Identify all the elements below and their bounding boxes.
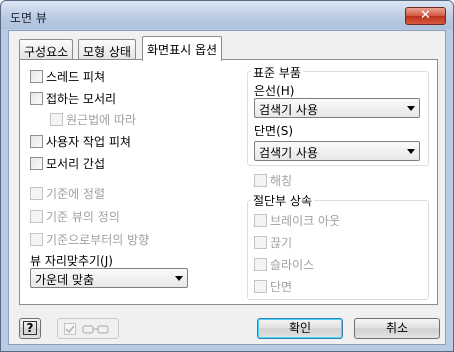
view-justification-value: 가운데 맞춤 — [35, 273, 95, 287]
tangent-edges-option[interactable]: 접하는 모서리 — [30, 90, 117, 106]
help-button[interactable]: ? — [19, 318, 41, 339]
tangent-edges-label: 접하는 모서리 — [46, 92, 117, 106]
break-option: 끊기 — [254, 234, 293, 250]
user-work-features-label: 사용자 작업 피쳐 — [46, 135, 131, 149]
break-out-option: 브레이크 아웃 — [254, 212, 341, 228]
chevron-down-icon — [407, 106, 415, 111]
hidden-line-value: 검색기 사용 — [259, 103, 319, 117]
align-to-base-option: 기준에 정렬 — [30, 185, 106, 201]
tab-display-options[interactable]: 화면표시 옵션 — [142, 36, 223, 61]
user-work-features-checkbox[interactable] — [30, 135, 43, 148]
foreshortened-option: 원근법에 따라 — [50, 111, 137, 127]
view-justification-label: 뷰 자리맞추기(J) — [30, 254, 113, 268]
break-out-label: 브레이크 아웃 — [270, 214, 341, 228]
hatching-checkbox — [254, 174, 267, 187]
chevron-down-icon — [407, 149, 415, 154]
define-base-view-option: 기준 뷰의 정의 — [30, 208, 120, 224]
slice-option: 슬라이스 — [254, 256, 315, 272]
cut-section-label: 단면 — [270, 280, 293, 294]
tab-label: 구성요소 — [24, 45, 69, 59]
direction-from-base-label: 기준으로부터의 방향 — [46, 233, 150, 247]
cancel-button[interactable]: 취소 — [354, 318, 440, 339]
thread-feature-label: 스레드 피쳐 — [46, 70, 106, 84]
cut-section-option: 단면 — [254, 278, 293, 294]
define-base-view-label: 기준 뷰의 정의 — [46, 210, 120, 224]
thread-feature-checkbox[interactable] — [30, 70, 43, 83]
user-work-features-option[interactable]: 사용자 작업 피쳐 — [30, 133, 131, 149]
break-label: 끊기 — [270, 236, 293, 250]
hatching-label: 해칭 — [270, 174, 293, 188]
cut-section-checkbox — [254, 280, 267, 293]
window-title: 도면 뷰 — [10, 11, 47, 25]
glasses-icon — [82, 325, 109, 334]
tab-label: 모형 상태 — [83, 45, 131, 59]
tab-components[interactable]: 구성요소 — [19, 39, 74, 59]
hatching-option: 해칭 — [254, 172, 293, 188]
cut-inheritance-label: 절단부 상속 — [251, 192, 315, 209]
define-base-view-checkbox — [30, 210, 43, 223]
checkmark-icon — [64, 323, 76, 335]
display-options-panel: 스레드 피쳐 접하는 모서리 원근법에 따라 사용자 작업 피쳐 모서리 간섭 … — [19, 59, 438, 305]
slice-label: 슬라이스 — [270, 258, 315, 272]
align-to-base-label: 기준에 정렬 — [46, 187, 106, 201]
section-label: 단면(S) — [254, 124, 294, 138]
foreshortened-checkbox — [50, 113, 63, 126]
interference-edges-checkbox[interactable] — [30, 157, 43, 170]
title-bar: 도면 뷰 ✕ — [1, 1, 453, 29]
section-value: 검색기 사용 — [259, 146, 319, 160]
hidden-line-label: 은선(H) — [254, 84, 295, 98]
standard-parts-label: 표준 부품 — [251, 64, 303, 81]
break-checkbox — [254, 236, 267, 249]
chevron-down-icon — [175, 276, 183, 281]
align-to-base-checkbox — [30, 187, 43, 200]
direction-from-base-option: 기준으로부터의 방향 — [30, 231, 150, 247]
close-button[interactable]: ✕ — [405, 7, 446, 25]
dialog-client: 구성요소 모형 상태 화면표시 옵션 스레드 피쳐 접하는 모서리 원근법에 따… — [8, 30, 446, 345]
interference-edges-label: 모서리 간섭 — [46, 157, 106, 171]
foreshortened-label: 원근법에 따라 — [66, 113, 137, 127]
close-icon: ✕ — [420, 8, 431, 23]
tab-model-state[interactable]: 모형 상태 — [78, 39, 136, 59]
thread-feature-option[interactable]: 스레드 피쳐 — [30, 68, 106, 84]
tab-label: 화면표시 옵션 — [147, 43, 218, 57]
section-select[interactable]: 검색기 사용 — [254, 141, 420, 161]
ok-button[interactable]: 확인 — [257, 318, 343, 339]
view-justification-select[interactable]: 가운데 맞춤 — [30, 268, 188, 288]
break-out-checkbox — [254, 214, 267, 227]
direction-from-base-checkbox — [30, 233, 43, 246]
glasses-toggle-button — [57, 318, 119, 339]
slice-checkbox — [254, 258, 267, 271]
hidden-line-select[interactable]: 검색기 사용 — [254, 98, 420, 118]
interference-edges-option[interactable]: 모서리 간섭 — [30, 155, 106, 171]
tangent-edges-checkbox[interactable] — [30, 92, 43, 105]
dialog-window: 도면 뷰 ✕ 구성요소 모형 상태 화면표시 옵션 스레드 피쳐 접하는 모서리… — [0, 0, 454, 352]
help-icon: ? — [23, 321, 37, 335]
